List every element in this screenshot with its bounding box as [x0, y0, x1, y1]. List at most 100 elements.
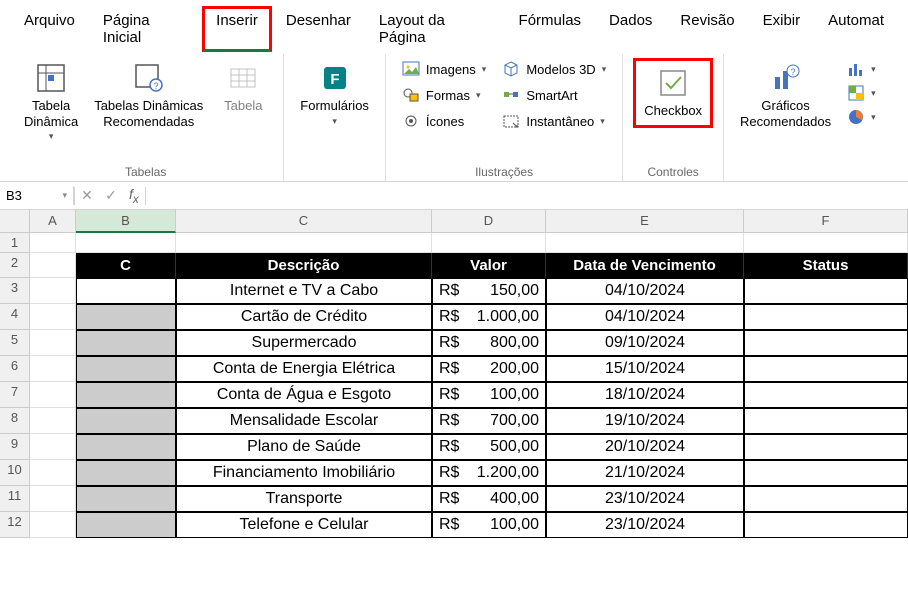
cell-b4[interactable] — [76, 304, 176, 330]
recommended-charts-button[interactable]: ? Gráficos Recomendados — [734, 58, 837, 133]
col-header-e[interactable]: E — [546, 210, 744, 233]
cell-f11[interactable] — [744, 486, 908, 512]
name-box[interactable]: B3 ▾ — [0, 186, 74, 205]
menu-dados[interactable]: Dados — [595, 6, 666, 52]
menu-formulas[interactable]: Fórmulas — [505, 6, 596, 52]
cell-c9[interactable]: Plano de Saúde — [176, 434, 432, 460]
cell-f3[interactable] — [744, 278, 908, 304]
cell-c3[interactable]: Internet e TV a Cabo — [176, 278, 432, 304]
cell-e9[interactable]: 20/10/2024 — [546, 434, 744, 460]
cell-a10[interactable] — [30, 460, 76, 486]
cell-f7[interactable] — [744, 382, 908, 408]
row-header-10[interactable]: 10 — [0, 460, 30, 486]
row-header-11[interactable]: 11 — [0, 486, 30, 512]
spreadsheet-grid[interactable]: A B C D E F 1 2 C Descrição Valor Data d… — [0, 210, 908, 538]
cell-b5[interactable] — [76, 330, 176, 356]
cell-b10[interactable] — [76, 460, 176, 486]
cell-a3[interactable] — [30, 278, 76, 304]
menu-desenhar[interactable]: Desenhar — [272, 6, 365, 52]
cell-a12[interactable] — [30, 512, 76, 538]
row-header-9[interactable]: 9 — [0, 434, 30, 460]
cell-c11[interactable]: Transporte — [176, 486, 432, 512]
menu-arquivo[interactable]: Arquivo — [10, 6, 89, 52]
cell-e4[interactable]: 04/10/2024 — [546, 304, 744, 330]
cell-b12[interactable] — [76, 512, 176, 538]
cell-d10[interactable]: R$1.200,00 — [432, 460, 546, 486]
select-all-corner[interactable] — [0, 210, 30, 233]
th-descricao[interactable]: Descrição — [176, 253, 432, 278]
col-header-c[interactable]: C — [176, 210, 432, 233]
cell-b7[interactable] — [76, 382, 176, 408]
cell-c5[interactable]: Supermercado — [176, 330, 432, 356]
cancel-formula-button[interactable]: ✕ — [75, 187, 99, 204]
cell-c12[interactable]: Telefone e Celular — [176, 512, 432, 538]
recommended-pivot-button[interactable]: ? Tabelas Dinâmicas Recomendadas — [88, 58, 209, 133]
cell-f6[interactable] — [744, 356, 908, 382]
row-header-1[interactable]: 1 — [0, 233, 30, 253]
screenshot-button[interactable]: Instantâneo ▾ — [496, 110, 612, 132]
row-header-3[interactable]: 3 — [0, 278, 30, 304]
cell-f1[interactable] — [744, 233, 908, 253]
row-header-5[interactable]: 5 — [0, 330, 30, 356]
cell-a11[interactable] — [30, 486, 76, 512]
pivot-table-button[interactable]: Tabela Dinâmica ▾ — [18, 58, 84, 146]
cell-a1[interactable] — [30, 233, 76, 253]
cell-f8[interactable] — [744, 408, 908, 434]
cell-e3[interactable]: 04/10/2024 — [546, 278, 744, 304]
cell-b11[interactable] — [76, 486, 176, 512]
cell-b3[interactable] — [76, 278, 176, 304]
cell-f9[interactable] — [744, 434, 908, 460]
cell-d1[interactable] — [432, 233, 546, 253]
cell-d7[interactable]: R$100,00 — [432, 382, 546, 408]
menu-revisao[interactable]: Revisão — [666, 6, 748, 52]
menu-inserir[interactable]: Inserir — [202, 6, 272, 52]
cell-d5[interactable]: R$800,00 — [432, 330, 546, 356]
hierarchy-chart-button[interactable]: ▾ — [841, 82, 882, 104]
cell-a9[interactable] — [30, 434, 76, 460]
cell-b9[interactable] — [76, 434, 176, 460]
cell-a7[interactable] — [30, 382, 76, 408]
cell-c8[interactable]: Mensalidade Escolar — [176, 408, 432, 434]
cell-b6[interactable] — [76, 356, 176, 382]
col-header-d[interactable]: D — [432, 210, 546, 233]
column-chart-button[interactable]: ▾ — [841, 58, 882, 80]
cell-a8[interactable] — [30, 408, 76, 434]
cell-d9[interactable]: R$500,00 — [432, 434, 546, 460]
cell-a4[interactable] — [30, 304, 76, 330]
cell-a5[interactable] — [30, 330, 76, 356]
col-header-b[interactable]: B — [76, 210, 176, 233]
cell-d12[interactable]: R$100,00 — [432, 512, 546, 538]
row-header-7[interactable]: 7 — [0, 382, 30, 408]
col-header-a[interactable]: A — [30, 210, 76, 233]
images-button[interactable]: Imagens ▾ — [396, 58, 492, 80]
menu-pagina-inicial[interactable]: Página Inicial — [89, 6, 202, 52]
th-c[interactable]: C — [76, 253, 176, 278]
confirm-formula-button[interactable]: ✓ — [99, 187, 123, 204]
row-header-4[interactable]: 4 — [0, 304, 30, 330]
cell-e10[interactable]: 21/10/2024 — [546, 460, 744, 486]
cell-e6[interactable]: 15/10/2024 — [546, 356, 744, 382]
3d-models-button[interactable]: Modelos 3D ▾ — [496, 58, 612, 80]
row-header-8[interactable]: 8 — [0, 408, 30, 434]
cell-f4[interactable] — [744, 304, 908, 330]
cell-d11[interactable]: R$400,00 — [432, 486, 546, 512]
cell-f12[interactable] — [744, 512, 908, 538]
row-header-12[interactable]: 12 — [0, 512, 30, 538]
row-header-6[interactable]: 6 — [0, 356, 30, 382]
menu-exibir[interactable]: Exibir — [749, 6, 815, 52]
col-header-f[interactable]: F — [744, 210, 908, 233]
cell-c7[interactable]: Conta de Água e Esgoto — [176, 382, 432, 408]
cell-c6[interactable]: Conta de Energia Elétrica — [176, 356, 432, 382]
cell-c10[interactable]: Financiamento Imobiliário — [176, 460, 432, 486]
smartart-button[interactable]: SmartArt — [496, 84, 612, 106]
cell-e5[interactable]: 09/10/2024 — [546, 330, 744, 356]
cell-d4[interactable]: R$1.000,00 — [432, 304, 546, 330]
cell-e7[interactable]: 18/10/2024 — [546, 382, 744, 408]
cell-e1[interactable] — [546, 233, 744, 253]
pie-chart-button[interactable]: ▾ — [841, 106, 882, 128]
cell-e11[interactable]: 23/10/2024 — [546, 486, 744, 512]
th-status[interactable]: Status — [744, 253, 908, 278]
cell-c1[interactable] — [176, 233, 432, 253]
shapes-button[interactable]: Formas ▾ — [396, 84, 492, 106]
icons-button[interactable]: Ícones — [396, 110, 492, 132]
